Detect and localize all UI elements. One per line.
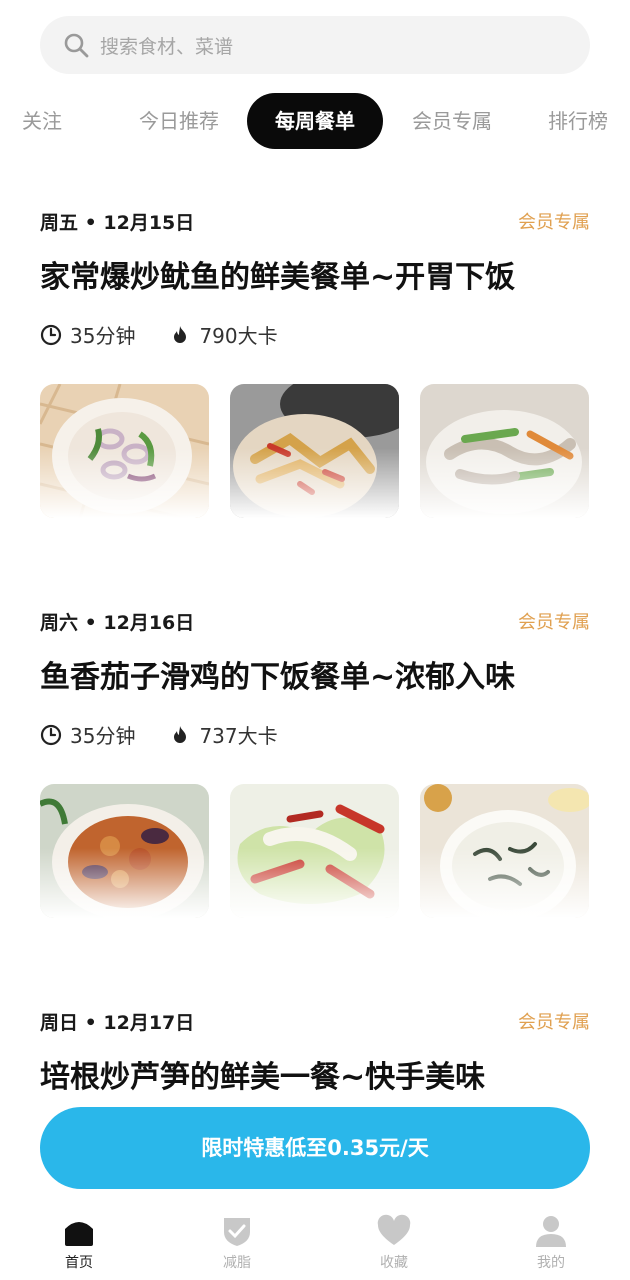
- tab-member-exclusive[interactable]: 会员专属: [398, 93, 506, 149]
- eggplant-chicken-icon: [40, 784, 209, 918]
- menu-meta: 35分钟 737大卡: [40, 720, 312, 749]
- dish-image[interactable]: [40, 784, 209, 918]
- dish-image[interactable]: [420, 784, 589, 918]
- squid-pepper-icon: [420, 384, 589, 518]
- squid-stirfry-icon: [40, 384, 209, 518]
- calories: 737大卡: [199, 724, 278, 748]
- menu-title: 培根炒芦笋的鲜美一餐~快手美味: [40, 1060, 486, 1095]
- nav-fat-loss[interactable]: 减脂: [197, 1214, 277, 1272]
- clock-icon: [40, 324, 62, 345]
- clock-icon: [40, 724, 62, 745]
- dish-image[interactable]: [420, 384, 589, 518]
- menu-date: 周六 • 12月16日: [40, 612, 195, 634]
- nav-profile[interactable]: 我的: [511, 1214, 591, 1272]
- dish-image[interactable]: [230, 384, 399, 518]
- bottom-nav: 首页 减脂 收藏 我的: [0, 1198, 630, 1280]
- flame-icon: [174, 325, 187, 343]
- category-tabs: 关注 今日推荐 每周餐单 会员专属 排行榜: [0, 93, 630, 149]
- tab-ranking[interactable]: 排行榜: [536, 93, 620, 149]
- member-badge: 会员专属: [518, 1012, 590, 1033]
- nav-label: 首页: [65, 1255, 93, 1271]
- spicy-stirfry-icon: [230, 384, 399, 518]
- search-icon: [64, 33, 89, 58]
- nav-favorites[interactable]: 收藏: [354, 1214, 434, 1272]
- tab-weekly-menu[interactable]: 每周餐单: [247, 93, 383, 149]
- cabbage-chili-icon: [230, 784, 399, 918]
- cook-time: 35分钟: [70, 724, 136, 748]
- shield-check-icon: [224, 1218, 250, 1246]
- dish-image[interactable]: [230, 784, 399, 918]
- member-badge: 会员专属: [518, 612, 590, 633]
- search-bar[interactable]: 搜索食材、菜谱: [40, 16, 590, 74]
- dish-images: [40, 784, 589, 918]
- dish-images: [40, 384, 589, 518]
- nav-home[interactable]: 首页: [39, 1214, 119, 1272]
- menu-title: 鱼香茄子滑鸡的下饭餐单~浓郁入味: [40, 660, 516, 695]
- nav-label: 减脂: [223, 1255, 251, 1271]
- flame-icon: [174, 725, 187, 743]
- cook-time: 35分钟: [70, 324, 136, 348]
- user-icon: [536, 1216, 566, 1247]
- search-placeholder: 搜索食材、菜谱: [100, 35, 234, 58]
- tab-follow[interactable]: 关注: [0, 93, 84, 149]
- menu-date: 周五 • 12月15日: [40, 212, 195, 234]
- tab-today-recommend[interactable]: 今日推荐: [125, 93, 233, 149]
- member-badge: 会员专属: [518, 212, 590, 233]
- menu-meta: 35分钟 790大卡: [40, 320, 312, 349]
- nav-label: 收藏: [380, 1255, 408, 1271]
- dish-image[interactable]: [40, 384, 209, 518]
- home-icon: [65, 1222, 93, 1246]
- heart-icon: [377, 1214, 411, 1245]
- menu-date: 周日 • 12月17日: [40, 1012, 195, 1034]
- nav-label: 我的: [537, 1255, 565, 1271]
- promo-button[interactable]: 限时特惠低至0.35元/天: [40, 1107, 590, 1189]
- menu-title: 家常爆炒鱿鱼的鲜美餐单~开胃下饭: [40, 260, 516, 295]
- calories: 790大卡: [199, 324, 278, 348]
- seaweed-egg-soup-icon: [420, 784, 589, 918]
